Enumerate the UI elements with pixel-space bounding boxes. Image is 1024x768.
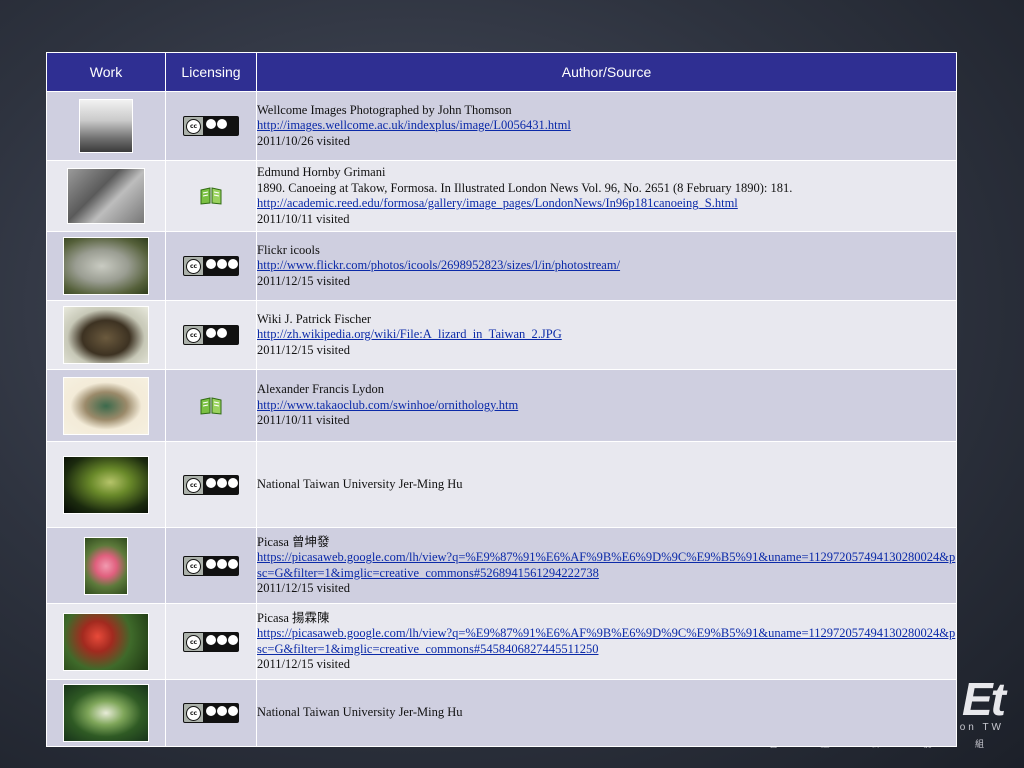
table-row: Edmund Hornby Grimani 1890. Canoeing at T… xyxy=(46,160,957,232)
source-text: 2011/12/15 visited xyxy=(257,581,350,595)
table-row: cc Wiki J. Patrick Fischer http://zh.wikip… xyxy=(46,300,957,370)
work-cell xyxy=(46,603,166,680)
work-cell xyxy=(46,441,166,528)
work-cell xyxy=(46,231,166,301)
source-link[interactable]: http://www.takaoclub.com/swinhoe/ornitho… xyxy=(257,398,956,414)
public-domain-book-icon xyxy=(200,397,222,415)
source-text: 1890. Canoeing at Takow, Formosa. In Ill… xyxy=(257,180,793,195)
author-source-cell: Alexander Francis Lydon http://www.takaoc… xyxy=(256,369,957,442)
source-text: 2011/12/15 visited xyxy=(257,657,350,671)
table-row: cc Picasa 揚霖陳 https://picasaweb.google.com… xyxy=(46,603,957,680)
red-flowers-thumbnail xyxy=(63,612,149,671)
source-link[interactable]: http://images.wellcome.ac.uk/indexplus/i… xyxy=(257,118,956,134)
cc-by-nc-nd-icon: cc xyxy=(183,256,239,276)
table-header-row: Work Licensing Author/Source xyxy=(46,52,957,92)
author-source-cell: National Taiwan University Jer-Ming Hu xyxy=(256,679,957,747)
author-source-cell: Wellcome Images Photographed by John Tho… xyxy=(256,91,957,161)
licensing-cell: cc xyxy=(165,679,257,747)
source-link[interactable]: http://www.flickr.com/photos/icools/2698… xyxy=(257,258,956,274)
licensing-cell: cc xyxy=(165,441,257,528)
source-link[interactable]: http://academic.reed.edu/formosa/gallery… xyxy=(257,196,956,212)
cc-by-nc-sa-icon: cc xyxy=(183,555,239,576)
author-source-cell: Picasa 曾坤發 https://picasaweb.google.com/l… xyxy=(256,527,957,604)
author-source-cell: National Taiwan University Jer-Ming Hu xyxy=(256,441,957,528)
public-domain-book-icon xyxy=(200,187,222,205)
author-source-cell: Wiki J. Patrick Fischer http://zh.wikiped… xyxy=(256,300,957,370)
source-text: 2011/10/11 visited xyxy=(257,413,350,428)
lizard-thumbnail xyxy=(63,306,149,364)
source-text: Picasa 曾坤發 xyxy=(257,534,330,549)
work-cell xyxy=(46,527,166,604)
cc-by-nc-sa-icon: cc xyxy=(183,474,239,495)
header-work: Work xyxy=(46,52,166,92)
table-row: Alexander Francis Lydon http://www.takaoc… xyxy=(46,369,957,442)
licensing-cell xyxy=(165,160,257,232)
pink-flower-thumbnail xyxy=(84,536,128,595)
licensing-cell: cc xyxy=(165,300,257,370)
source-text: Flickr icools xyxy=(257,242,320,257)
work-cell xyxy=(46,160,166,232)
source-text: National Taiwan University Jer-Ming Hu xyxy=(257,705,463,720)
table-row: cc Wellcome Images Photographed by John T… xyxy=(46,91,957,161)
source-text: 2011/12/15 visited xyxy=(257,273,350,288)
stone-lion-thumbnail xyxy=(63,237,149,295)
source-text: 2011/10/11 visited xyxy=(257,211,350,226)
author-source-cell: Flickr icools http://www.flickr.com/photo… xyxy=(256,231,957,301)
bird-illustration-thumbnail xyxy=(63,376,149,435)
source-text: Picasa 揚霖陳 xyxy=(257,610,330,625)
license-table: Work Licensing Author/Source cc Wellcome … xyxy=(46,52,957,747)
source-text: Wellcome Images Photographed by John Tho… xyxy=(257,102,512,117)
source-text: Wiki J. Patrick Fischer xyxy=(257,311,372,326)
cc-by-nc-sa-icon: cc xyxy=(183,703,239,723)
table-row: cc National Taiwan University Jer-Ming Hu xyxy=(46,441,957,528)
source-link[interactable]: http://zh.wikipedia.org/wiki/File:A_liza… xyxy=(257,327,956,343)
source-text: 2011/12/15 visited xyxy=(257,342,350,357)
cc-by-sa-icon: cc xyxy=(183,325,239,345)
licensing-cell xyxy=(165,369,257,442)
header-licensing: Licensing xyxy=(165,52,257,92)
source-link[interactable]: https://picasaweb.google.com/lh/view?q=%… xyxy=(257,626,956,657)
licensing-cell: cc xyxy=(165,603,257,680)
work-cell xyxy=(46,369,166,442)
leaf-plant-thumbnail xyxy=(63,455,149,514)
author-source-cell: Picasa 揚霖陳 https://picasaweb.google.com/l… xyxy=(256,603,957,680)
source-text: National Taiwan University Jer-Ming Hu xyxy=(257,476,463,491)
source-text: 2011/10/26 visited xyxy=(257,133,350,148)
licensing-cell: cc xyxy=(165,91,257,161)
source-text: Alexander Francis Lydon xyxy=(257,382,385,397)
work-cell xyxy=(46,300,166,370)
landscape-photo-thumbnail xyxy=(79,99,133,153)
header-author-source: Author/Source xyxy=(256,52,957,92)
green-plant-thumbnail xyxy=(63,684,149,742)
work-cell xyxy=(46,679,166,747)
cc-by-nc-sa-icon: cc xyxy=(183,631,239,652)
table-row: cc Picasa 曾坤發 https://picasaweb.google.com… xyxy=(46,527,957,604)
source-text: Edmund Hornby Grimani xyxy=(257,165,386,179)
forest-engraving-thumbnail xyxy=(67,168,145,224)
licensing-cell: cc xyxy=(165,231,257,301)
table-row: cc Flickr icools http://www.flickr.com/pho… xyxy=(46,231,957,301)
work-cell xyxy=(46,91,166,161)
licensing-cell: cc xyxy=(165,527,257,604)
cc-by-nc-icon: cc xyxy=(183,116,239,136)
author-source-cell: Edmund Hornby Grimani 1890. Canoeing at T… xyxy=(256,160,957,232)
table-row: cc National Taiwan University Jer-Ming Hu xyxy=(46,679,957,747)
source-link[interactable]: https://picasaweb.google.com/lh/view?q=%… xyxy=(257,550,956,581)
